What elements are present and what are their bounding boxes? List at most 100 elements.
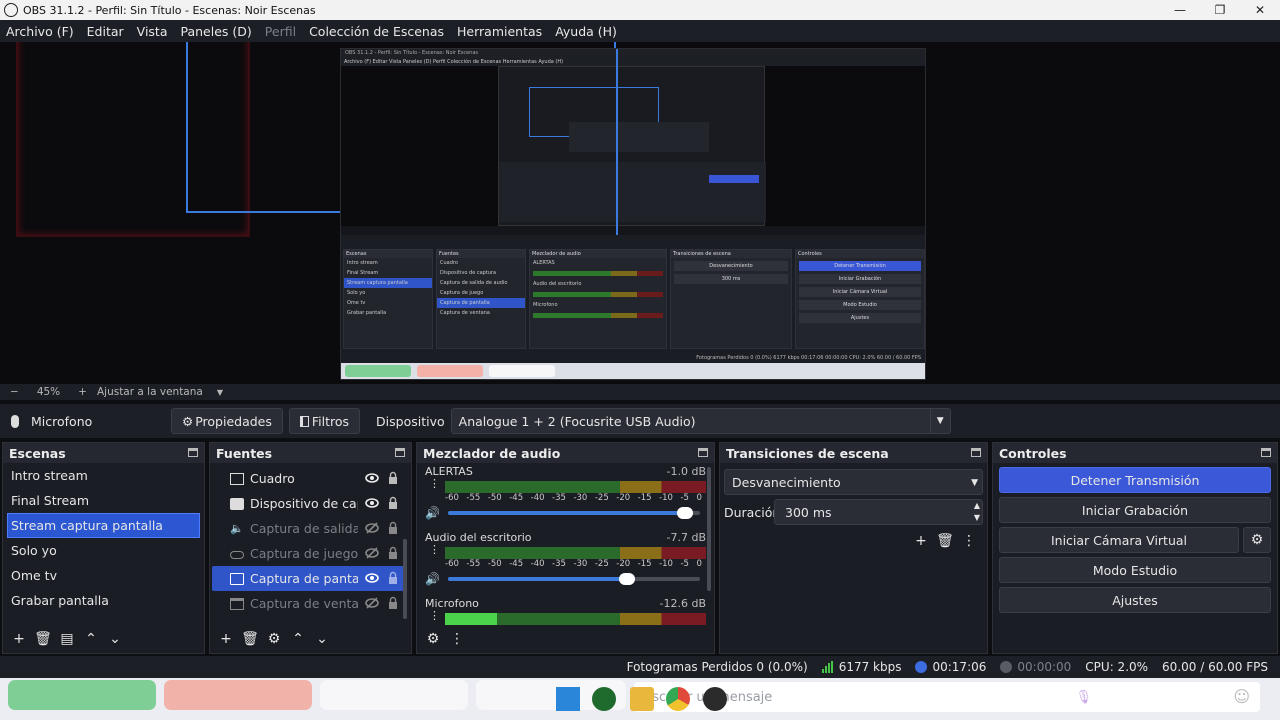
filter-icon[interactable]: ▤ bbox=[57, 629, 77, 649]
menu-herramientas[interactable]: Herramientas bbox=[457, 24, 542, 39]
message-input[interactable]: Escribir un mensaje 🎙 ☺ bbox=[634, 682, 1260, 712]
scenes-header: Escenas bbox=[3, 443, 204, 463]
gear-icon[interactable]: ⚙ bbox=[264, 629, 284, 649]
eye-icon[interactable] bbox=[365, 572, 379, 584]
lock-icon[interactable] bbox=[387, 571, 399, 585]
scenes-title: Escenas bbox=[9, 445, 66, 461]
undock-icon[interactable] bbox=[395, 448, 405, 457]
studio-mode-button[interactable]: Modo Estudio bbox=[999, 557, 1271, 583]
source-item-dispositivo-captura[interactable]: Dispositivo de captura bbox=[212, 491, 405, 516]
eye-hidden-icon[interactable] bbox=[365, 597, 379, 609]
add-transition-icon[interactable]: + bbox=[911, 531, 931, 551]
close-button[interactable]: ✕ bbox=[1240, 0, 1280, 20]
source-item-captura-juego[interactable]: Captura de juego bbox=[212, 541, 405, 566]
sources-scrollbar[interactable] bbox=[403, 539, 407, 619]
menu-ayuda[interactable]: Ayuda (H) bbox=[555, 24, 617, 39]
taskbar-card[interactable] bbox=[164, 680, 312, 710]
fit-to-window[interactable]: Ajustar a la ventana bbox=[97, 386, 203, 398]
lock-icon[interactable] bbox=[387, 496, 399, 510]
undock-icon[interactable] bbox=[1261, 448, 1271, 457]
preview-canvas[interactable]: OBS 31.1.2 - Perfil: Sin Título - Escena… bbox=[0, 42, 1280, 384]
kebab-menu-icon[interactable]: ⋮ bbox=[959, 531, 979, 551]
menu-coleccion-escenas[interactable]: Colección de Escenas bbox=[309, 24, 444, 39]
zoom-dropdown-icon[interactable]: ▼ bbox=[217, 388, 223, 397]
undock-icon[interactable] bbox=[971, 448, 981, 457]
menu-archivo[interactable]: Archivo (F) bbox=[6, 24, 74, 39]
mixer-scrollbar[interactable] bbox=[707, 467, 711, 591]
start-recording-button[interactable]: Iniciar Grabación bbox=[999, 497, 1271, 523]
move-down-icon[interactable]: ⌄ bbox=[312, 629, 332, 649]
scene-item-final-stream[interactable]: Final Stream bbox=[3, 488, 204, 513]
channel-db: -7.7 dB bbox=[666, 531, 707, 544]
nested-taskbar bbox=[341, 363, 925, 379]
menu-perfil[interactable]: Perfil bbox=[265, 24, 296, 39]
chrome-icon[interactable] bbox=[666, 687, 690, 711]
spinner-arrows-icon[interactable]: ▲ ▼ bbox=[974, 500, 980, 524]
add-scene-icon[interactable]: + bbox=[9, 629, 29, 649]
lock-icon[interactable] bbox=[387, 546, 399, 560]
folder-icon[interactable] bbox=[630, 687, 654, 711]
advanced-audio-icon[interactable]: ⚙ bbox=[423, 629, 443, 649]
taskbar-card[interactable] bbox=[320, 680, 468, 710]
undock-icon[interactable] bbox=[188, 448, 198, 457]
filters-button[interactable]: Filtros bbox=[288, 408, 361, 434]
windows-start-icon[interactable] bbox=[556, 687, 580, 711]
speaker-icon[interactable]: 🔊 bbox=[425, 506, 440, 520]
virtual-camera-settings-icon[interactable]: ⚙ bbox=[1243, 527, 1271, 553]
properties-button[interactable]: ⚙ Propiedades bbox=[171, 408, 283, 434]
mixer-toolbar: ⚙ ⋮ bbox=[417, 625, 714, 653]
kebab-menu-icon[interactable]: ⋮ bbox=[429, 478, 440, 489]
volume-knob[interactable] bbox=[618, 573, 635, 585]
move-down-icon[interactable]: ⌄ bbox=[105, 629, 125, 649]
scene-item-intro-stream[interactable]: Intro stream bbox=[3, 463, 204, 488]
eye-icon[interactable] bbox=[365, 497, 379, 509]
trash-icon[interactable]: 🗑 bbox=[240, 629, 260, 649]
move-up-icon[interactable]: ⌃ bbox=[81, 629, 101, 649]
source-item-captura-ventana[interactable]: Captura de ventana bbox=[212, 591, 405, 616]
trash-icon[interactable]: 🗑 bbox=[33, 629, 53, 649]
taskbar-card[interactable] bbox=[8, 680, 156, 710]
menu-vista[interactable]: Vista bbox=[137, 24, 168, 39]
eye-hidden-icon[interactable] bbox=[365, 522, 379, 534]
source-item-captura-salida-audio[interactable]: 🔈 Captura de salida de audio bbox=[212, 516, 405, 541]
minimize-button[interactable]: — bbox=[1160, 0, 1200, 20]
source-item-cuadro[interactable]: Cuadro bbox=[212, 466, 405, 491]
lock-icon[interactable] bbox=[387, 596, 399, 610]
scene-item-grabar-pantalla[interactable]: Grabar pantalla bbox=[3, 588, 204, 613]
zoom-in-button[interactable]: + bbox=[78, 386, 87, 398]
maximize-button[interactable]: ❐ bbox=[1200, 0, 1240, 20]
eye-icon[interactable] bbox=[365, 472, 379, 484]
scene-item-solo-yo[interactable]: Solo yo bbox=[3, 538, 204, 563]
volume-slider[interactable] bbox=[447, 573, 700, 585]
source-item-captura-pantalla[interactable]: Captura de pantalla bbox=[212, 566, 405, 591]
volume-knob[interactable] bbox=[676, 507, 693, 519]
stop-streaming-button[interactable]: Detener Transmisión bbox=[999, 467, 1271, 493]
start-virtual-camera-button[interactable]: Iniciar Cámara Virtual bbox=[999, 527, 1239, 553]
menu-editar[interactable]: Editar bbox=[87, 24, 124, 39]
obs-taskbar-icon[interactable] bbox=[703, 687, 727, 711]
move-up-icon[interactable]: ⌃ bbox=[288, 629, 308, 649]
scene-item-stream-captura-pantalla[interactable]: Stream captura pantalla bbox=[7, 513, 200, 538]
zoom-out-button[interactable]: − bbox=[10, 386, 19, 398]
eye-hidden-icon[interactable] bbox=[365, 547, 379, 559]
settings-button[interactable]: Ajustes bbox=[999, 587, 1271, 613]
kebab-menu-icon[interactable]: ⋮ bbox=[447, 629, 467, 649]
lock-icon[interactable] bbox=[387, 471, 399, 485]
speaker-icon[interactable]: 🔊 bbox=[425, 572, 440, 586]
transition-select[interactable]: Desvanecimiento ▼ bbox=[724, 469, 983, 495]
emoji-icon[interactable]: ☺ bbox=[1233, 687, 1250, 706]
volume-slider[interactable] bbox=[447, 507, 700, 519]
undock-icon[interactable] bbox=[698, 448, 708, 457]
trash-icon[interactable]: 🗑 bbox=[935, 531, 955, 551]
kebab-menu-icon[interactable]: ⋮ bbox=[429, 610, 440, 621]
nested-panel-header: Mezclador de audio bbox=[530, 250, 666, 258]
add-source-icon[interactable]: + bbox=[216, 629, 236, 649]
lock-icon[interactable] bbox=[387, 521, 399, 535]
device-select[interactable]: Analogue 1 + 2 (Focusrite USB Audio) ▼ bbox=[450, 408, 951, 434]
scene-item-ome-tv[interactable]: Ome tv bbox=[3, 563, 204, 588]
microphone-icon[interactable]: 🎙 bbox=[1075, 690, 1092, 705]
menu-paneles[interactable]: Paneles (D) bbox=[181, 24, 252, 39]
duration-input[interactable]: 300 ms ▲ ▼ bbox=[774, 499, 983, 525]
kebab-menu-icon[interactable]: ⋮ bbox=[429, 544, 440, 555]
app-icon[interactable] bbox=[592, 687, 616, 711]
